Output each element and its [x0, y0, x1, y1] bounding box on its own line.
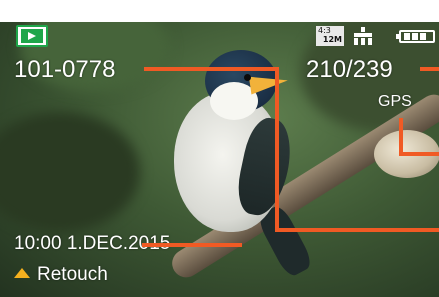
callout-line: [399, 152, 439, 156]
callout-line: [142, 243, 242, 247]
callout-line: [144, 67, 278, 71]
file-number: 101-0778: [14, 56, 116, 83]
callout-line: [399, 118, 403, 156]
retouch-button[interactable]: Retouch: [14, 264, 108, 286]
bird-beak: [248, 71, 290, 95]
callout-line: [420, 67, 439, 71]
frame-count: 210/239: [306, 56, 393, 83]
callout-line: [275, 228, 439, 232]
quality-icon: [354, 27, 372, 45]
callout-line: [275, 67, 279, 230]
bird-eye: [244, 74, 251, 81]
battery-icon: [396, 30, 435, 43]
gps-badge: GPS: [378, 93, 412, 110]
image-size-text: 12M: [322, 35, 342, 44]
playback-icon: [16, 25, 48, 47]
up-triangle-icon: [14, 268, 30, 278]
retouch-label: Retouch: [37, 264, 108, 285]
aspect-ratio-icon: 4:3 12M: [316, 26, 344, 46]
aspect-ratio-text: 4:3: [318, 26, 331, 35]
foliage-blob: [0, 112, 140, 232]
